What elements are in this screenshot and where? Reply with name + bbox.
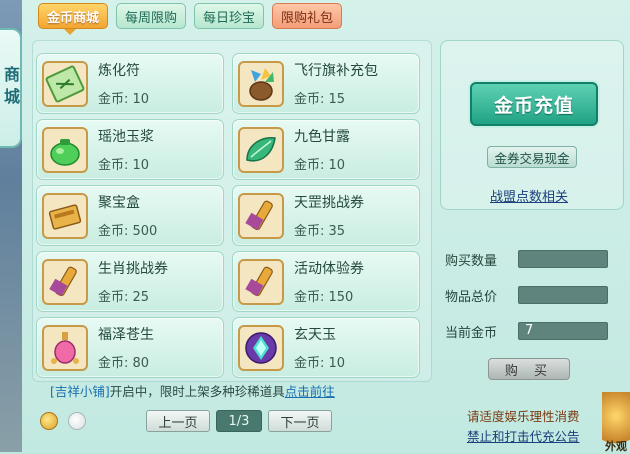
item-card[interactable]: 炼化符 金币: 10 [36,53,224,114]
anti-proxy-recharge-link[interactable]: 禁止和打击代充公告 [467,426,580,445]
item-name: 天罡挑战券 [294,195,364,211]
item-price: 金币: 10 [98,158,150,173]
potion-icon [42,324,88,371]
item-price: 金币: 150 [294,290,354,305]
item-price: 金币: 10 [294,356,346,371]
coin-filter-icon[interactable] [40,412,58,430]
flag-pouch-icon [238,60,284,107]
gold-recharge-button[interactable]: 金币充值 [470,82,598,126]
item-name: 九色甘露 [294,129,350,145]
talisman-icon [42,60,88,107]
voucher-exchange-button[interactable]: 金券交易现金 [487,146,577,168]
purple-gem-icon [238,324,284,371]
current-gold-field: 7 [518,322,608,340]
scroll-icon [238,192,284,239]
item-name: 活动体验券 [294,261,364,277]
treasure-box-icon [42,192,88,239]
item-card[interactable]: 玄天玉 金币: 10 [232,317,420,378]
item-price: 金币: 15 [294,92,346,107]
item-name: 炼化符 [98,63,140,79]
item-name: 玄天玉 [294,327,336,343]
tab-bar: 金币商城 每周限购 每日珍宝 限购礼包 [38,3,343,29]
item-card[interactable]: 飞行旗补充包 金币: 15 [232,53,420,114]
league-points-link[interactable]: 战盟点数相关 [490,186,568,205]
item-price: 金币: 500 [98,224,158,239]
prev-page-button[interactable]: 上一页 [146,410,210,432]
item-card[interactable]: 聚宝盒 金币: 500 [36,185,224,246]
jade-leaf-icon [238,126,284,173]
item-name: 生肖挑战券 [98,261,168,277]
circle-toggle-icon[interactable] [68,412,86,430]
promo-link[interactable]: 点击前往 [285,384,335,399]
item-card[interactable]: 九色甘露 金币: 10 [232,119,420,180]
item-price: 金币: 80 [98,356,150,371]
promo-shop-name[interactable]: [吉祥小铺] [50,384,110,399]
item-card[interactable]: 生肖挑战券 金币: 25 [36,251,224,312]
scroll-icon [42,258,88,305]
item-grid: 炼化符 金币: 10 飞行旗补充包 金币: 15 瑶池玉浆 金币: 10 九色甘… [36,53,420,378]
current-gold-label: 当前金币 [445,326,498,341]
tab-gold-mall[interactable]: 金币商城 [38,3,109,29]
page-indicator: 1/3 [216,410,262,432]
purchase-quantity-label: 购买数量 [445,254,498,269]
side-tab-mall[interactable]: 商城 [0,28,22,148]
item-price: 金币: 35 [294,224,346,239]
pagination: 上一页 1/3 下一页 [146,410,332,432]
item-name: 飞行旗补充包 [294,63,378,79]
purchase-quantity-field[interactable] [518,250,608,268]
consumption-notice: 请适度娱乐理性消费 [467,409,580,424]
item-price: 金币: 10 [294,158,346,173]
item-card[interactable]: 天罡挑战券 金币: 35 [232,185,420,246]
total-price-label: 物品总价 [445,290,498,305]
item-name: 聚宝盒 [98,195,140,211]
tab-weekly-limited[interactable]: 每周限购 [116,3,187,29]
total-price-field [518,286,608,304]
tab-limited-gift[interactable]: 限购礼包 [272,3,343,29]
item-price: 金币: 25 [98,290,150,305]
item-name: 瑶池玉浆 [98,129,154,145]
item-card[interactable]: 瑶池玉浆 金币: 10 [36,119,224,180]
tab-daily-treasure[interactable]: 每日珍宝 [194,3,265,29]
item-price: 金币: 10 [98,92,150,107]
green-pouch-icon [42,126,88,173]
buy-button[interactable]: 购 买 [488,358,570,380]
shop-panel: 金币商城 每周限购 每日珍宝 限购礼包 炼化符 金币: 10 飞行旗补充包 金币… [22,0,630,453]
promo-text: 开启中，限时上架多种珍稀道具 [109,384,285,399]
item-card[interactable]: 福泽苍生 金币: 80 [36,317,224,378]
scroll-icon [238,258,284,305]
active-tab-pointer [64,29,76,35]
item-name: 福泽苍生 [98,327,154,343]
item-card[interactable]: 活动体验券 金币: 150 [232,251,420,312]
promo-banner: [吉祥小铺]开启中，限时上架多种珍稀道具点击前往 [50,381,335,400]
next-page-button[interactable]: 下一页 [268,410,332,432]
